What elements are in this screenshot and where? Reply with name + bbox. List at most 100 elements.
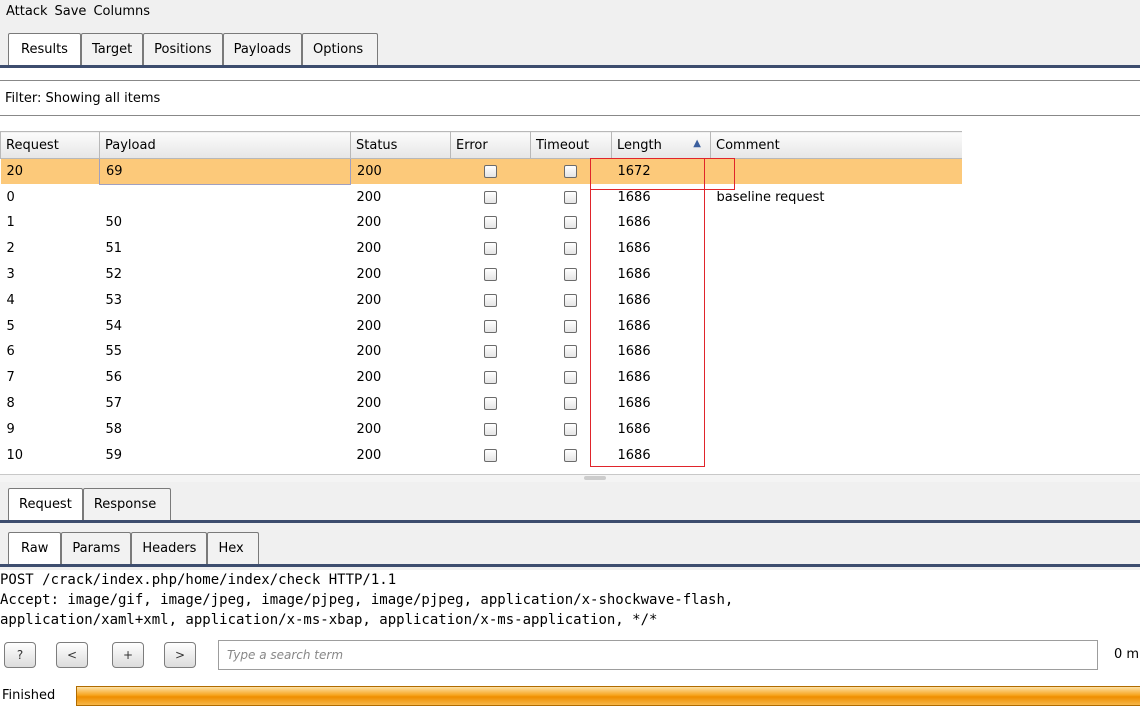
splitter-grip[interactable]	[584, 476, 606, 480]
cell-error	[451, 210, 531, 236]
checkbox[interactable]	[564, 319, 577, 333]
table-row[interactable]: 20 69 200 1672	[0, 158, 962, 185]
table-row[interactable]: 10 59 200 1686	[1, 442, 963, 468]
table-row[interactable]: 4 53 200 1686	[1, 287, 963, 313]
col-header-request[interactable]: Request	[0, 131, 100, 159]
checkbox[interactable]	[483, 293, 497, 307]
match-count: 0 m	[1114, 647, 1140, 662]
tab-options[interactable]: Options	[302, 33, 379, 65]
cell-request: 10	[6, 447, 24, 463]
cell-request: 4	[6, 292, 15, 308]
tab-payloads[interactable]: Payloads	[222, 33, 303, 65]
cell-timeout	[531, 210, 612, 236]
request-tab-underline	[0, 520, 1140, 523]
checkbox[interactable]	[483, 165, 497, 179]
filter-bar[interactable]: Filter: Showing all items	[0, 80, 1140, 116]
checkbox[interactable]	[483, 268, 497, 282]
table-row[interactable]: 9 58 200 1686	[1, 416, 963, 442]
table-row[interactable]: 1 50 200 1686	[1, 210, 963, 236]
checkbox[interactable]	[564, 397, 577, 411]
cell-comment	[711, 262, 963, 288]
checkbox[interactable]	[564, 448, 577, 462]
col-header-comment[interactable]: Comment	[710, 131, 962, 159]
cell-request: 20	[0, 158, 100, 185]
menu-save[interactable]: Save	[55, 4, 87, 19]
cell-request: 6	[6, 344, 15, 360]
checkbox[interactable]	[483, 242, 497, 256]
cell-comment	[711, 210, 963, 236]
cell-request: 7	[6, 370, 15, 386]
cell-length: 1686	[617, 370, 651, 386]
checkbox[interactable]	[483, 319, 497, 333]
checkbox[interactable]	[564, 422, 577, 436]
menu-columns[interactable]: Columns	[93, 4, 150, 19]
cell-error	[451, 287, 531, 313]
tab-response[interactable]: Response	[82, 488, 172, 520]
table-row[interactable]: 6 55 200 1686	[1, 339, 963, 365]
checkbox[interactable]	[483, 422, 497, 436]
cell-length: 1686	[617, 292, 651, 308]
cell-status: 200	[356, 396, 382, 412]
help-button[interactable]: ?	[4, 642, 36, 668]
request-response-tab-bar: Request Response	[0, 482, 1140, 526]
status-bar: Finished	[0, 684, 1140, 710]
status-label: Finished	[2, 688, 56, 703]
table-row[interactable]: 3 52 200 1686	[1, 262, 963, 288]
table-row[interactable]: 7 56 200 1686	[1, 365, 963, 391]
cell-status: 200	[356, 267, 382, 283]
tab-headers[interactable]: Headers	[131, 532, 208, 564]
table-row[interactable]: 8 57 200 1686	[1, 391, 963, 417]
cell-comment	[710, 158, 962, 185]
col-header-payload[interactable]: Payload	[99, 131, 351, 159]
pane-splitter[interactable]	[0, 474, 1140, 482]
tab-hex[interactable]: Hex	[207, 532, 259, 564]
raw-request-text[interactable]: POST /crack/index.php/home/index/check H…	[0, 570, 1140, 632]
next-match-button[interactable]: >	[164, 642, 196, 668]
cell-timeout	[531, 313, 612, 339]
checkbox[interactable]	[564, 371, 577, 385]
table-row[interactable]: 2 51 200 1686	[1, 236, 963, 262]
col-header-error[interactable]: Error	[450, 131, 531, 159]
raw-line: Accept: image/gif, image/jpeg, image/pjp…	[0, 592, 734, 608]
checkbox[interactable]	[564, 190, 577, 204]
cell-request: 1	[6, 215, 15, 231]
tab-request[interactable]: Request	[8, 488, 83, 520]
tab-target[interactable]: Target	[80, 33, 144, 65]
cell-request: 2	[6, 241, 15, 257]
checkbox[interactable]	[483, 216, 497, 230]
cell-length: 1686	[617, 267, 651, 283]
checkbox[interactable]	[564, 242, 577, 256]
tab-params[interactable]: Params	[61, 532, 132, 564]
checkbox[interactable]	[483, 345, 497, 359]
tab-raw[interactable]: Raw	[8, 532, 62, 564]
checkbox[interactable]	[564, 165, 577, 179]
checkbox[interactable]	[483, 448, 497, 462]
plus-icon: +	[122, 648, 134, 662]
col-header-status[interactable]: Status	[350, 131, 451, 159]
col-header-timeout[interactable]: Timeout	[530, 131, 612, 159]
tab-results[interactable]: Results	[8, 33, 81, 65]
menu-attack[interactable]: Attack	[6, 4, 48, 19]
cell-payload: 56	[105, 370, 123, 386]
cell-timeout	[531, 416, 612, 442]
checkbox[interactable]	[483, 371, 497, 385]
cell-payload: 59	[105, 447, 123, 463]
menu-bar: Attack Save Columns	[0, 0, 1140, 22]
add-button[interactable]: +	[112, 642, 144, 668]
table-row[interactable]: 0 200 1686 baseline request	[1, 184, 963, 210]
checkbox[interactable]	[564, 268, 577, 282]
checkbox[interactable]	[564, 216, 577, 230]
checkbox[interactable]	[483, 397, 497, 411]
cell-length: 1686	[617, 344, 651, 360]
cell-timeout	[531, 365, 612, 391]
previous-match-button[interactable]: <	[56, 642, 88, 668]
cell-request: 0	[6, 189, 15, 205]
table-row[interactable]: 5 54 200 1686	[1, 313, 963, 339]
checkbox[interactable]	[483, 190, 497, 204]
cell-comment	[711, 365, 963, 391]
col-header-length[interactable]: Length ▲	[611, 131, 711, 159]
tab-positions[interactable]: Positions	[143, 33, 223, 65]
search-input[interactable]: Type a search term	[218, 640, 1098, 670]
checkbox[interactable]	[564, 293, 577, 307]
checkbox[interactable]	[564, 345, 577, 359]
